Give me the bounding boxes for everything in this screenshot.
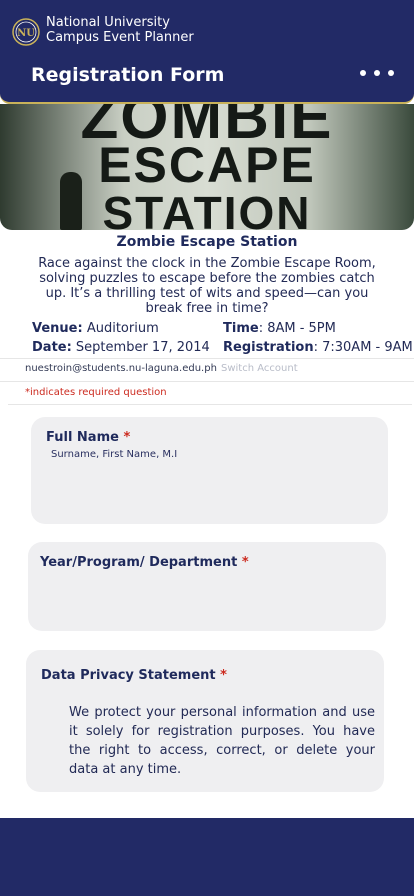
question-card-full-name: Full Name * [31, 417, 388, 524]
event-description: Race against the clock in the Zombie Esc… [38, 256, 376, 316]
time-info: Time: 8AM - 5PM [223, 321, 336, 336]
more-options-icon[interactable] [360, 66, 394, 80]
menu-dot [388, 70, 394, 76]
date-label: Date: [32, 340, 72, 355]
required-note: *indicates required question [25, 387, 167, 398]
question-card-year-program[interactable]: Year/Program/ Department * [28, 542, 386, 631]
app-footer [0, 818, 414, 896]
question-title: Year/Program/ Department [40, 555, 238, 570]
menu-dot [360, 70, 366, 76]
account-row: nuestroin@students.nu-laguna.edu.ph Swit… [0, 358, 414, 382]
time-label: Time [223, 321, 259, 336]
full-name-input[interactable] [51, 449, 371, 460]
registration-label: Registration [223, 340, 314, 355]
nu-seal-logo: NU [12, 18, 40, 46]
date-info: Date: September 17, 2014 [32, 340, 210, 355]
venue-value: Auditorium [82, 321, 159, 336]
question-card-privacy: Data Privacy Statement * We protect your… [26, 650, 384, 792]
menu-dot [374, 70, 380, 76]
registration-value: : 7:30AM - 9AM [313, 340, 413, 355]
question-title: Data Privacy Statement [41, 668, 216, 683]
time-value: : 8AM - 5PM [258, 321, 336, 336]
privacy-statement-text: We protect your personal information and… [69, 705, 375, 777]
account-email: nuestroin@students.nu-laguna.edu.ph [25, 363, 217, 374]
event-title: Zombie Escape Station [116, 234, 298, 250]
venue-info: Venue: Auditorium [32, 321, 159, 336]
question-label: Full Name * [46, 430, 130, 445]
question-title: Full Name [46, 430, 119, 445]
svg-text:NU: NU [17, 28, 35, 39]
registration-info: Registration: 7:30AM - 9AM [223, 340, 413, 355]
question-label: Data Privacy Statement * [41, 668, 227, 683]
app-name: Campus Event Planner [46, 30, 194, 45]
date-value: September 17, 2014 [71, 340, 210, 355]
brand-text: National University Campus Event Planner [46, 15, 194, 45]
required-mark: * [241, 555, 249, 570]
question-label: Year/Program/ Department * [40, 555, 249, 570]
required-mark: * [220, 668, 227, 683]
org-name: National University [46, 15, 170, 30]
zombie-silhouette [60, 172, 82, 230]
venue-label: Venue: [32, 321, 83, 336]
divider [8, 404, 412, 405]
required-mark: * [123, 430, 131, 445]
page-title: Registration Form [31, 64, 225, 86]
event-banner-image: ZOMBIE ESCAPE STATION [0, 104, 414, 230]
app-header: NU National University Campus Event Plan… [0, 0, 414, 104]
switch-account-link[interactable]: Switch Account [221, 363, 298, 374]
